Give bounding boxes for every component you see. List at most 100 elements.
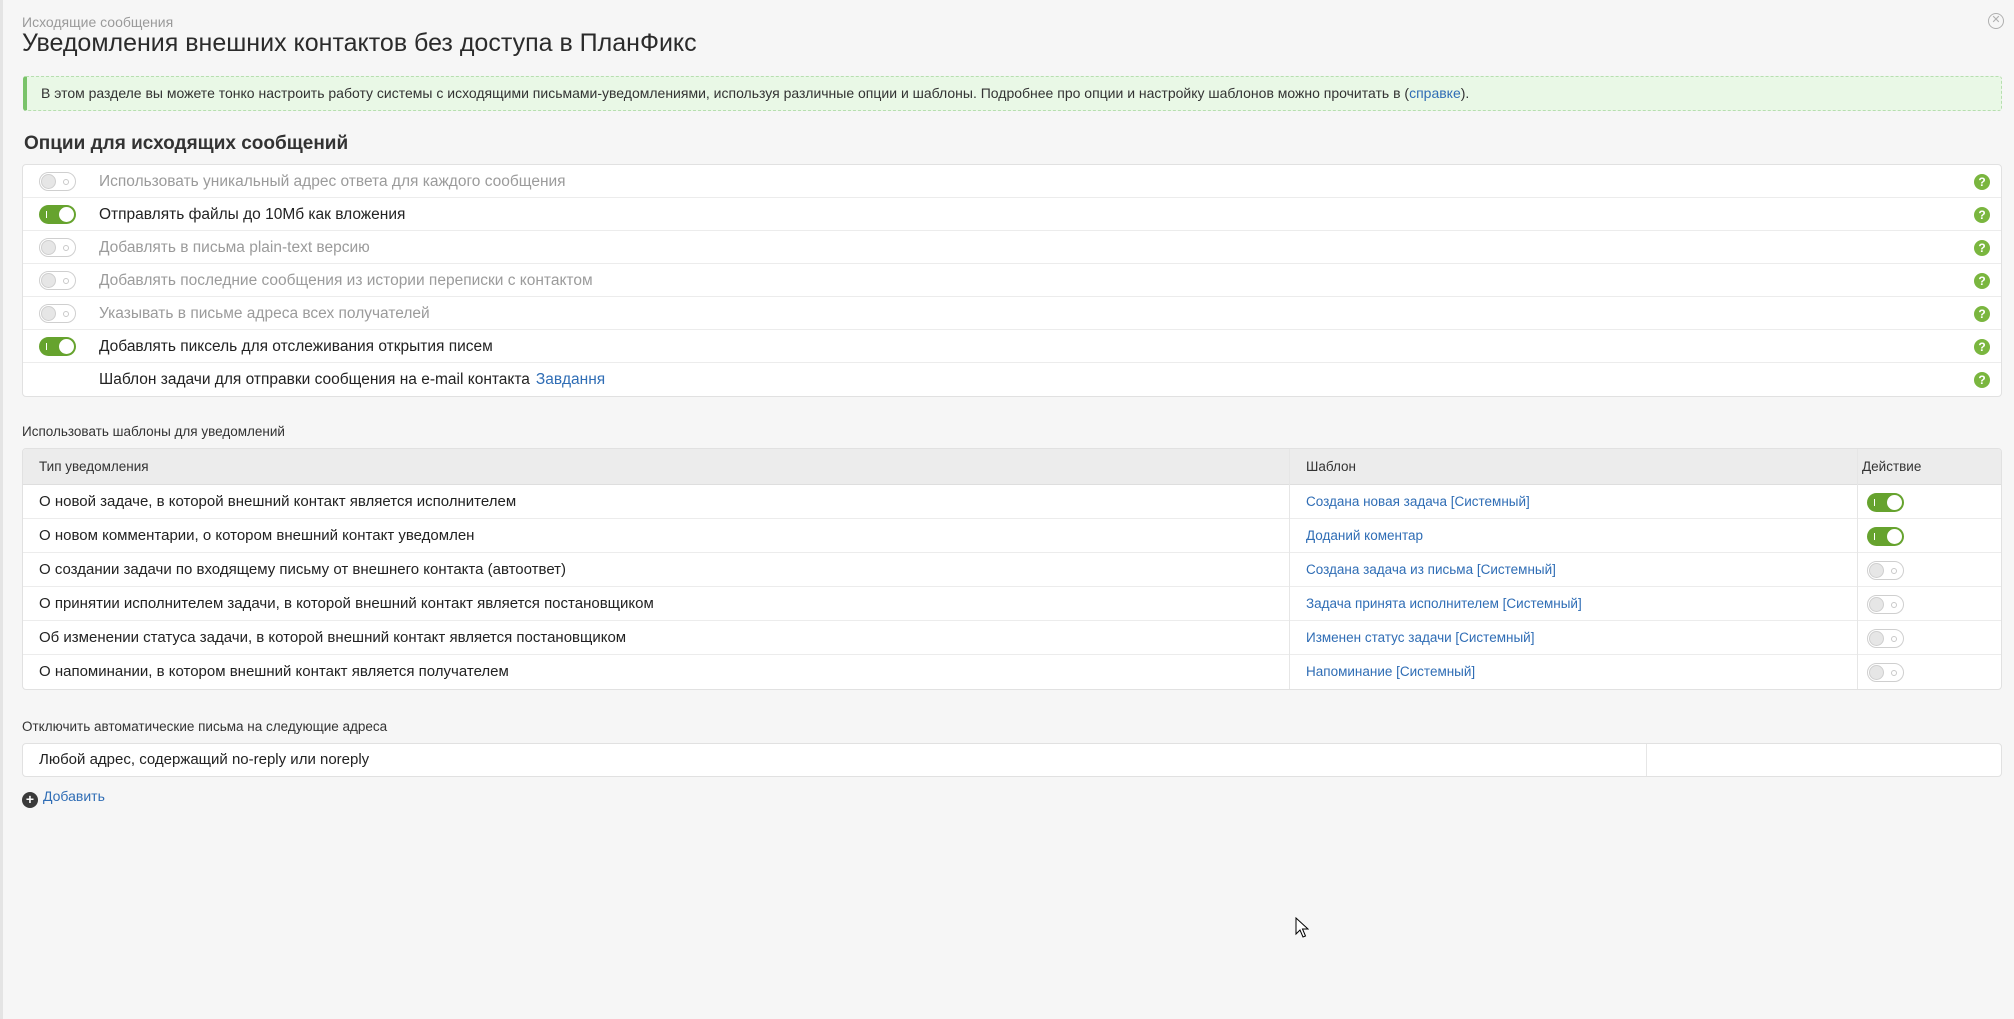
left-border <box>0 0 3 1019</box>
notification-type: О новом комментарии, о котором внешний к… <box>39 527 475 544</box>
info-text: В этом разделе вы можете тонко настроить… <box>41 85 1410 101</box>
task-template-label: Шаблон задачи для отправки сообщения на … <box>99 371 530 388</box>
toggle-knob <box>59 207 74 222</box>
template-link[interactable]: Изменен статус задачи [Системный] <box>1306 621 1534 655</box>
toggle-mark <box>63 311 69 317</box>
option-row: Добавлять в письма plain-text версию? <box>23 231 2001 264</box>
toggle-mark <box>63 245 69 251</box>
autoreply-heading: Отключить автоматические письма на следу… <box>22 719 388 734</box>
notification-type: О напоминании, в котором внешний контакт… <box>39 663 509 680</box>
table-row: О создании задачи по входящему письму от… <box>23 553 2001 587</box>
option-toggle[interactable] <box>39 238 76 257</box>
column-header-template: Шаблон <box>1306 459 1356 474</box>
table-row: О принятии исполнителем задачи, в которо… <box>23 587 2001 621</box>
toggle-mark <box>1891 602 1897 608</box>
table-header: Тип уведомления Шаблон Действие <box>23 449 2001 485</box>
option-row-task-template: Шаблон задачи для отправки сообщения на … <box>23 363 2001 396</box>
help-link[interactable]: справке <box>1409 85 1461 101</box>
page-title: Уведомления внешних контактов без доступ… <box>22 29 697 57</box>
table-row: Об изменении статуса задачи, в которой в… <box>23 621 2001 655</box>
toggle-knob <box>1869 563 1884 578</box>
toggle-mark <box>1891 636 1897 642</box>
info-banner: В этом разделе вы можете тонко настроить… <box>23 76 2002 111</box>
option-label: Шаблон задачи для отправки сообщения на … <box>99 363 605 396</box>
option-toggle[interactable] <box>39 304 76 323</box>
help-icon[interactable]: ? <box>1974 240 1990 256</box>
option-label: Отправлять файлы до 10Мб как вложения <box>99 206 406 223</box>
template-toggle[interactable] <box>1867 527 1904 546</box>
template-toggle[interactable] <box>1867 561 1904 580</box>
table-row: О новой задаче, в которой внешний контак… <box>23 485 2001 519</box>
option-label: Указывать в письме адреса всех получател… <box>99 305 430 322</box>
help-icon[interactable]: ? <box>1974 174 1990 190</box>
add-address-button[interactable]: + Добавить <box>22 788 105 808</box>
template-toggle[interactable] <box>1867 629 1904 648</box>
option-label: Добавлять последние сообщения из истории… <box>99 272 593 289</box>
notification-type: Об изменении статуса задачи, в которой в… <box>39 629 627 646</box>
info-text-end: ). <box>1460 85 1470 101</box>
excluded-address-row[interactable]: Любой адрес, содержащий no-reply или nor… <box>22 743 2002 777</box>
notification-type: О новой задаче, в которой внешний контак… <box>39 493 517 510</box>
toggle-knob <box>1887 529 1902 544</box>
excluded-address: Любой адрес, содержащий no-reply или nor… <box>39 751 370 768</box>
option-label: Использовать уникальный адрес ответа для… <box>99 173 566 190</box>
option-toggle[interactable] <box>39 172 76 191</box>
toggle-knob <box>1869 597 1884 612</box>
notification-type: О создании задачи по входящему письму от… <box>39 561 567 578</box>
toggle-mark <box>63 179 69 185</box>
close-icon[interactable]: ✕ <box>1988 13 2004 29</box>
option-row: Отправлять файлы до 10Мб как вложения? <box>23 198 2001 231</box>
templates-table: Тип уведомления Шаблон Действие О новой … <box>22 448 2002 690</box>
template-toggle[interactable] <box>1867 663 1904 682</box>
mouse-cursor-icon <box>1295 917 1309 938</box>
template-link[interactable]: Создана задача из письма [Системный] <box>1306 553 1556 587</box>
help-icon[interactable]: ? <box>1974 207 1990 223</box>
column-divider <box>1857 449 1858 689</box>
option-toggle[interactable] <box>39 337 76 356</box>
table-body: О новой задаче, в которой внешний контак… <box>23 485 2001 689</box>
toggle-knob <box>59 339 74 354</box>
toggle-mark <box>46 343 47 350</box>
column-divider <box>1289 449 1290 689</box>
column-header-type: Тип уведомления <box>39 459 149 474</box>
notification-type: О принятии исполнителем задачи, в которо… <box>39 595 654 612</box>
template-link[interactable]: Напоминание [Системный] <box>1306 655 1475 689</box>
toggle-mark <box>1874 533 1875 540</box>
options-heading: Опции для исходящих сообщений <box>24 133 349 154</box>
template-link[interactable]: Задача принята исполнителем [Системный] <box>1306 587 1582 621</box>
option-label: Добавлять в письма plain-text версию <box>99 239 370 256</box>
toggle-knob <box>1869 665 1884 680</box>
toggle-knob <box>41 240 56 255</box>
template-link[interactable]: Создана новая задача [Системный] <box>1306 485 1530 519</box>
template-link[interactable]: Доданий коментар <box>1306 519 1423 553</box>
toggle-knob <box>41 174 56 189</box>
table-row: О напоминании, в котором внешний контакт… <box>23 655 2001 689</box>
add-label: Добавить <box>43 788 105 804</box>
toggle-mark <box>1874 499 1875 506</box>
breadcrumb: Исходящие сообщения <box>22 14 174 30</box>
option-row: Указывать в письме адреса всех получател… <box>23 297 2001 330</box>
table-row: О новом комментарии, о котором внешний к… <box>23 519 2001 553</box>
option-label: Добавлять пиксель для отслеживания откры… <box>99 338 493 355</box>
option-toggle[interactable] <box>39 271 76 290</box>
templates-heading: Использовать шаблоны для уведомлений <box>22 424 285 439</box>
toggle-knob <box>1869 631 1884 646</box>
task-template-link[interactable]: Завдання <box>536 371 605 388</box>
option-row: Добавлять пиксель для отслеживания откры… <box>23 330 2001 363</box>
column-divider <box>1646 744 1647 776</box>
option-toggle[interactable] <box>39 205 76 224</box>
template-toggle[interactable] <box>1867 595 1904 614</box>
option-row: Использовать уникальный адрес ответа для… <box>23 165 2001 198</box>
toggle-mark <box>46 211 47 218</box>
plus-circle-icon: + <box>22 792 38 808</box>
help-icon[interactable]: ? <box>1974 339 1990 355</box>
help-icon[interactable]: ? <box>1974 273 1990 289</box>
option-row: Добавлять последние сообщения из истории… <box>23 264 2001 297</box>
template-toggle[interactable] <box>1867 493 1904 512</box>
help-icon[interactable]: ? <box>1974 372 1990 388</box>
toggle-mark <box>63 278 69 284</box>
options-list: Использовать уникальный адрес ответа для… <box>22 164 2002 397</box>
toggle-mark <box>1891 568 1897 574</box>
help-icon[interactable]: ? <box>1974 306 1990 322</box>
column-header-action: Действие <box>1862 459 1922 474</box>
